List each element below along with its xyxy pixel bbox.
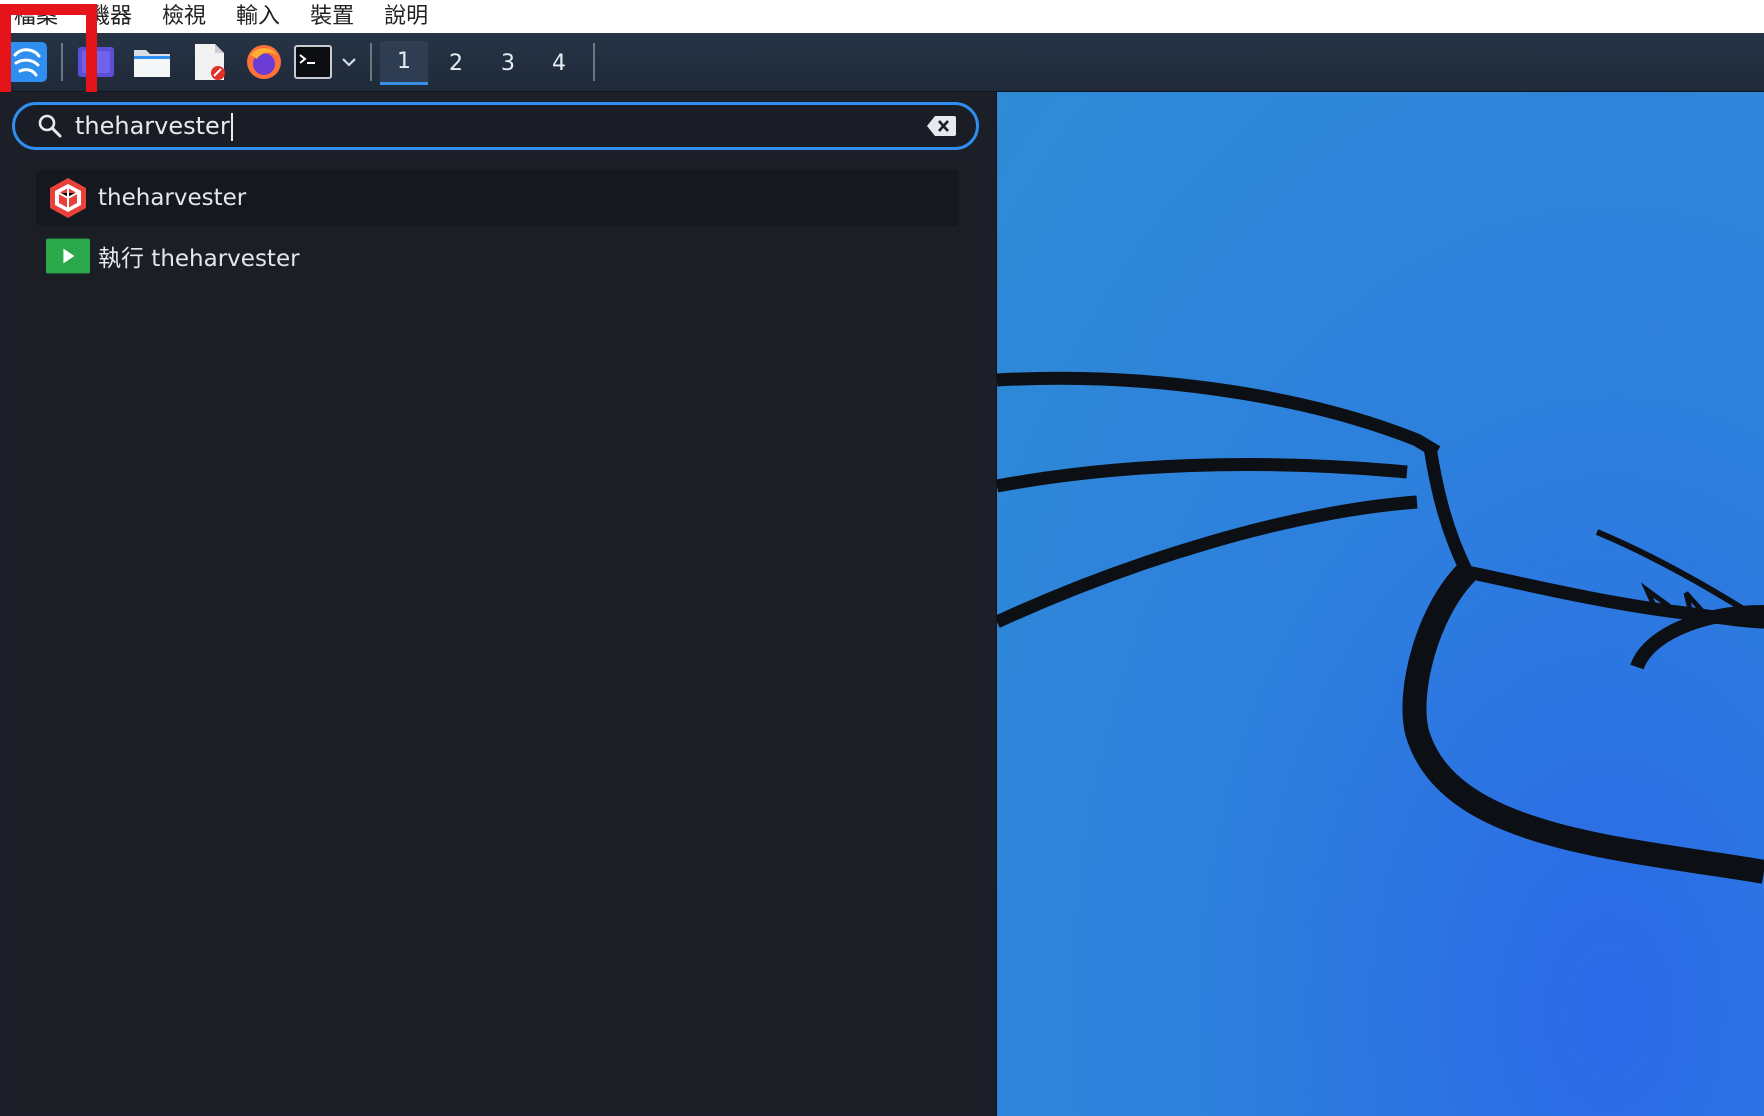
firefox-icon[interactable]	[242, 40, 286, 84]
top-panel: 1 2 3 4	[0, 33, 1764, 92]
workspace-2[interactable]: 2	[432, 41, 480, 85]
menu-machine[interactable]: 機器	[88, 0, 132, 33]
clear-search-icon[interactable]	[926, 115, 956, 137]
panel-separator	[370, 43, 372, 81]
workspace-1[interactable]: 1	[380, 41, 428, 85]
workspace-switcher-icon[interactable]	[76, 40, 116, 84]
result-label: theharvester	[98, 185, 247, 211]
result-label: 執行 theharvester	[98, 246, 300, 272]
application-menu: theharvester theharvester 執行 theharveste…	[0, 92, 997, 1116]
kali-dragon-graphic	[997, 371, 1764, 884]
menu-devices[interactable]: 裝置	[310, 0, 354, 33]
search-results: theharvester 執行 theharvester	[20, 162, 972, 1108]
terminal-icon[interactable]	[292, 40, 334, 84]
kali-menu-icon[interactable]	[4, 40, 50, 84]
result-theharvester[interactable]: theharvester	[36, 170, 958, 226]
workspace-3[interactable]: 3	[484, 41, 532, 85]
menu-input[interactable]: 輸入	[236, 0, 280, 33]
menu-file[interactable]: 檔案	[14, 0, 58, 33]
search-icon	[38, 114, 62, 138]
text-editor-icon[interactable]	[188, 40, 232, 84]
panel-separator	[61, 43, 63, 81]
file-manager-icon[interactable]	[130, 40, 174, 84]
search-input[interactable]: theharvester	[12, 102, 979, 150]
menu-help[interactable]: 說明	[384, 0, 428, 33]
workspace-4[interactable]: 4	[535, 41, 583, 85]
menu-view[interactable]: 檢視	[162, 0, 206, 33]
desktop-wallpaper	[997, 92, 1764, 1116]
search-query: theharvester	[75, 112, 233, 141]
result-run-command[interactable]: 執行 theharvester	[36, 228, 958, 284]
run-command-icon	[46, 234, 90, 278]
chevron-down-icon[interactable]	[338, 40, 360, 84]
panel-separator	[593, 43, 595, 81]
theharvester-app-icon	[46, 176, 90, 220]
host-menubar: 檔案 機器 檢視 輸入 裝置 說明	[0, 0, 1764, 33]
